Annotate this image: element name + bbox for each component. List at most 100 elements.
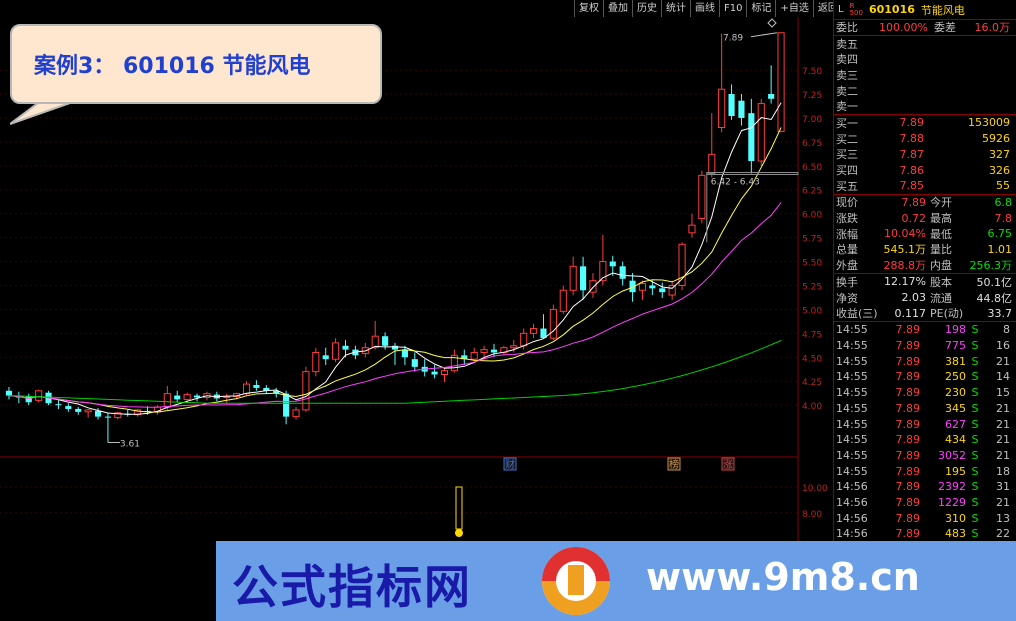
tick-price: 7.89 [895,339,921,353]
fund-label: 股本 [930,275,952,289]
tick-volume: 483 [945,527,966,541]
tick-volume: 195 [945,464,966,478]
ma5-line [8,102,782,415]
toolbar-button-5[interactable]: F10 [719,0,746,17]
candle-body [569,265,577,291]
committee-diff-label: 委差 [934,21,956,35]
stat-label: 内盘 [930,259,952,273]
y-tick-label: 5.25 [802,282,822,292]
tick-row: 14:56 7.89 2392 S 31 [834,479,1016,495]
y-tick-label: 7.50 [802,67,822,77]
candle-body [342,345,349,350]
candle-body [698,174,706,219]
tick-row: 14:55 7.89 230 S 15 [834,385,1016,401]
tick-count: 21 [996,354,1010,368]
tick-side: S [971,527,979,541]
y-tick-label: 5.75 [802,235,822,245]
candle-body [728,94,735,117]
toolbar-button-1[interactable]: 叠加 [603,0,632,17]
bid-price: 7.87 [899,147,925,161]
tick-side: S [971,495,979,509]
stock-name: 节能风电 [920,3,965,17]
sub-signal-dot [455,529,463,537]
fundamentals-row: 收益(三) 0.117 PE(动) 33.7 [834,305,1016,321]
tick-time: 14:56 [836,511,868,525]
tick-row: 14:55 7.89 198 S 8 [834,322,1016,338]
toolbar-button-2[interactable]: 历史 [632,0,661,17]
tick-count: 21 [996,401,1010,415]
stat-label: 涨幅 [836,227,858,241]
candle-body [470,351,478,360]
toolbar-button-6[interactable]: 标记 [746,0,775,17]
candle-body [5,390,13,396]
stat-label: 外盘 [836,259,858,273]
tick-volume: 250 [945,370,966,384]
sub-y-tick-label: 10.00 [802,484,828,494]
tick-price: 7.89 [895,495,921,509]
candle-body [401,349,408,358]
fund-value: 33.7 [987,306,1013,320]
toolbar-button-0[interactable]: 复权 [574,0,603,17]
fundamentals-block: 换手 12.17% 股本 50.1亿 净资 2.03 流通 44.8亿 收益(三) 0.117 PE… [834,274,1016,323]
tick-side: S [971,401,979,415]
bid-volume: 153009 [968,116,1010,130]
candle-body [65,406,72,409]
tick-row: 14:55 7.89 195 S 18 [834,463,1016,479]
tick-price: 7.89 [895,323,921,337]
candle-body [75,408,82,412]
site-logo-icon [542,547,610,615]
bid-price: 7.88 [899,132,925,146]
bid-row: 买四 7.86 326 [834,162,1016,178]
stats-block: 现价 7.89 今开 6.8 涨跌 0.72 最高 7.8 涨幅 10.04% 最低 6.75 总量 54… [834,195,1016,274]
stat-value: 6.75 [987,227,1013,241]
tick-time: 14:55 [836,464,868,478]
candle-body [619,266,626,279]
tick-time: 14:55 [836,354,868,368]
toolbar-button-7[interactable]: +自选 [775,0,812,17]
tick-count: 8 [1003,323,1010,337]
y-tick-label: 6.75 [802,139,822,149]
tick-volume: 345 [945,401,966,415]
candle-body [183,394,191,400]
tick-row: 14:55 7.89 627 S 21 [834,416,1016,432]
tick-list[interactable]: 14:55 7.89 198 S 8 14:55 7.89 775 S 16 14:55 7.89 38… [834,322,1016,557]
y-tick-label: 6.00 [802,211,822,221]
bid-price: 7.85 [899,179,925,193]
candle-body [549,308,557,339]
toolbar-button-4[interactable]: 画线 [690,0,719,17]
tick-volume: 2392 [938,480,966,494]
tick-row: 14:56 7.89 1229 S 21 [834,495,1016,511]
bid-label: 买五 [836,179,858,193]
high-pointer-line [750,32,778,38]
candle-body [649,285,656,289]
ask-row: 卖一 [834,98,1016,114]
toolbar-button-3[interactable]: 统计 [661,0,690,17]
ask-row: 卖二 [834,83,1016,99]
candle-body [283,393,290,417]
candle-body [659,288,666,293]
candle-body [480,349,488,353]
tick-count: 13 [996,511,1010,525]
bid-volume: 55 [996,179,1010,193]
diamond-marker-icon [767,18,777,28]
tick-count: 21 [996,495,1010,509]
candle-body [174,395,181,400]
event-marker-text: 涨 [723,459,733,471]
stat-value: 256.3万 [969,259,1013,273]
bid-volume: 327 [989,147,1010,161]
tick-price: 7.89 [895,511,921,525]
stat-label: 现价 [836,196,858,210]
stats-row: 外盘 288.8万 内盘 256.3万 [834,257,1016,273]
ask-label: 卖二 [836,84,858,98]
bid-label: 买二 [836,132,858,146]
tick-price: 7.89 [895,448,921,462]
ask-row: 卖三 [834,67,1016,83]
chart-toolbar: 复权 叠加 历史 统计 画线 F10 标记 +自选 返回 [574,0,842,17]
fund-label: 换手 [836,275,858,289]
y-tick-label: 5.00 [802,306,822,316]
quote-header: L R 500 601016 节能风电 [834,0,1016,20]
tick-side: S [971,417,979,431]
tick-volume: 381 [945,354,966,368]
candle-body [411,359,418,367]
committee-ratio-label: 委比 [836,21,858,35]
